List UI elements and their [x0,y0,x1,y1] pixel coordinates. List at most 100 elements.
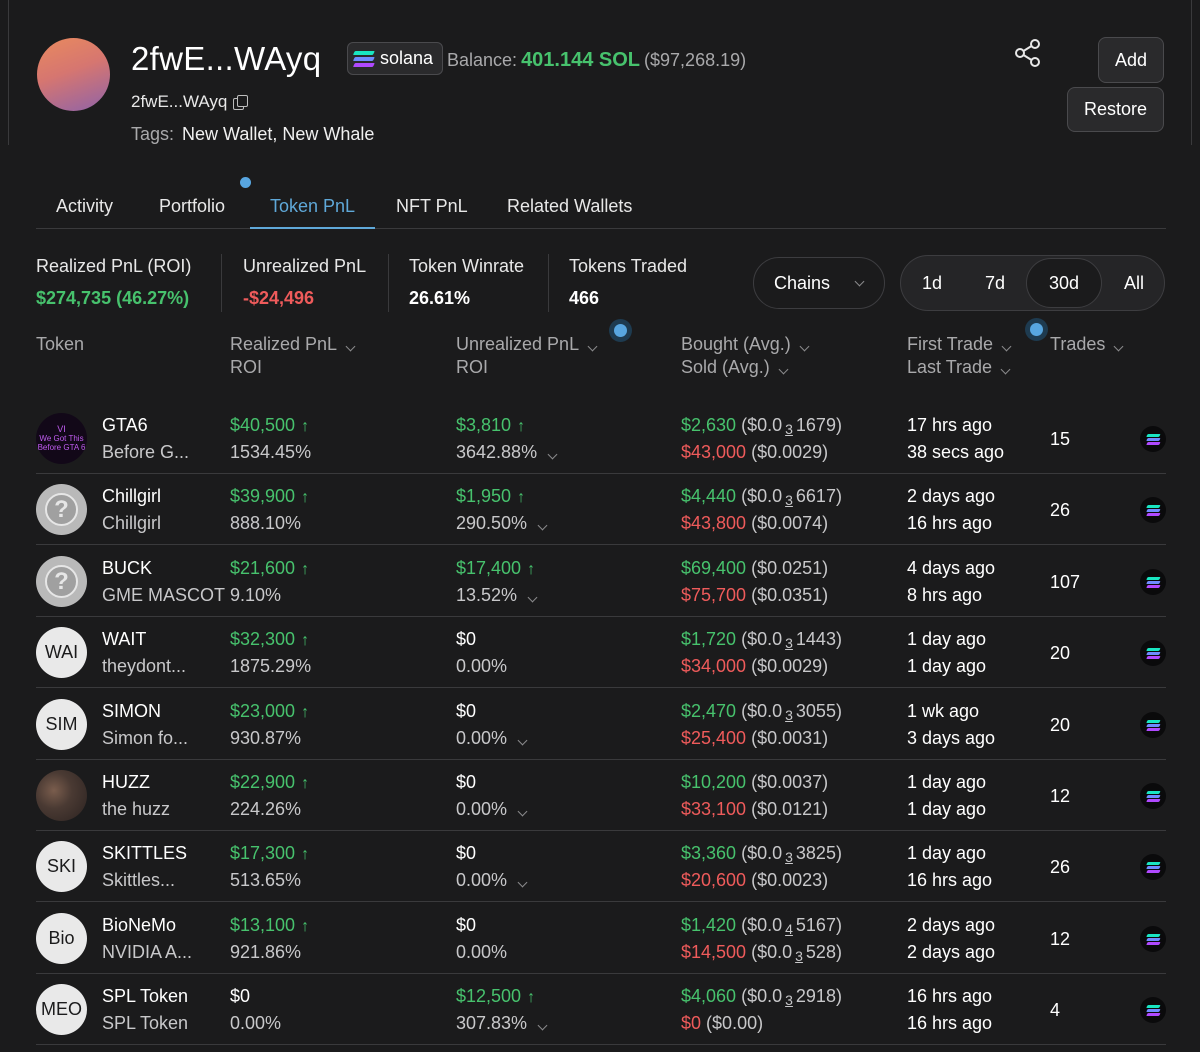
solana-mark [1145,504,1161,516]
sold-avg-prefix: ($0.0029) [751,656,829,676]
bought-value: $3,360 [681,843,737,863]
realized-pnl: $21,600 ↑ [230,558,309,579]
tab-activity[interactable]: Activity [36,186,133,229]
chevron-down-icon[interactable] [517,806,528,817]
token-symbol[interactable]: SIMON [102,701,161,722]
table-row[interactable]: HUZZ the huzz $22,900 ↑ 224.26% $0 0.00% $10,20… [36,759,1166,831]
chevron-down-icon[interactable] [527,592,538,603]
tab-token-pnl[interactable]: Token PnL [250,186,376,229]
table-row[interactable]: Bio BioNeMo NVIDIA A... $13,100 ↑ 921.86% $0 0.… [36,902,1166,974]
sold-avg-price: ($0.0023) [751,870,828,890]
question-icon: ? [45,565,78,598]
table-row[interactable]: MEO SPL Token SPL Token $0 0.00% $12,500 ↑ 307.… [36,973,1166,1045]
token-symbol[interactable]: SPL Token [102,986,188,1007]
col-bought-label: Bought (Avg.) [681,334,791,354]
table-row[interactable]: SIM SIMON Simon fo... $23,000 ↑ 930.87% $0 0.00… [36,688,1166,760]
share-icon[interactable] [1014,38,1042,68]
unrealized-roi: 0.00% [456,799,528,820]
tab-portfolio[interactable]: Portfolio [139,186,245,229]
sold-value: $43,000 [681,442,747,462]
realized-pnl: $23,000 ↑ [230,701,309,722]
arrow-up-icon: ↑ [301,775,310,792]
trade-count: 20 [1050,715,1071,735]
chevron-down-icon[interactable] [537,520,548,531]
restore-button[interactable]: Restore [1067,87,1164,132]
unrealized-roi: 0.00% [456,656,507,677]
sold-avg-price: ($0.0031) [751,728,828,748]
range-1d[interactable]: 1d [911,256,953,310]
unrealized-roi: 290.50% [456,513,548,534]
chevron-down-icon[interactable] [517,735,528,746]
sold-avg-price: ($0.0074) [751,513,828,533]
add-button[interactable]: Add [1098,37,1164,83]
bought-avg-price: ($0.0 3 3055) [741,701,842,723]
last-trade: 8 hrs ago [907,585,983,605]
token-symbol[interactable]: BUCK [102,558,152,579]
range-7d[interactable]: 7d [971,256,1019,310]
chevron-down-icon[interactable] [547,449,558,460]
col-unrealized[interactable]: Unrealized PnL ROI [456,333,598,379]
sold-avg-prefix: ($0.0074) [751,513,829,533]
stat-tokens-traded: Tokens Traded 466 [569,256,687,316]
range-30d[interactable]: 30d [1026,258,1102,308]
token-symbol[interactable]: WAIT [102,629,146,650]
trade-count: 107 [1050,572,1081,592]
first-trade: 2 days ago [907,915,996,935]
unrealized-roi: 3642.88% [456,442,558,463]
solana-mark [1145,790,1161,802]
realized-roi: 9.10% [230,585,282,605]
chevron-down-icon[interactable] [537,1020,548,1031]
table-row[interactable]: ? Chillgirl Chillgirl $39,900 ↑ 888.10% $1,950… [36,473,1166,545]
sold-avg-prefix: ($0.0029) [751,442,829,462]
token-symbol[interactable]: BioNeMo [102,915,176,936]
unrealized-roi: 0.00% [456,870,528,891]
table-row[interactable]: SKI SKITTLES Skittles... $17,300 ↑ 513.65% $0 0… [36,830,1166,902]
sold-value: $20,600 [681,870,747,890]
trade-count: 26 [1050,857,1071,877]
sold: $75,700 ($0.0351) [681,585,828,606]
tab-nft-pnl[interactable]: NFT PnL [376,186,488,229]
bought-value: $2,630 [681,415,737,435]
token-symbol[interactable]: GTA6 [102,415,148,436]
arrow-up-icon: ↑ [301,846,310,863]
col-realized[interactable]: Realized PnL ROI [230,333,356,379]
table-row[interactable]: VI We Got This Before GTA 6 GTA6 Before G..… [36,402,1166,474]
range-all[interactable]: All [1111,256,1157,310]
chains-dropdown[interactable]: Chains [753,257,885,309]
arrow-up-icon: ↑ [301,632,310,649]
realized-roi: 921.86% [230,942,302,962]
chevron-down-icon[interactable] [517,877,528,888]
unrealized-roi-value: 0.00% [456,728,508,748]
first-trade: 17 hrs ago [907,415,993,435]
bought-avg-zero-count: 3 [785,849,793,865]
bought-value: $1,420 [681,915,737,935]
chain-badge[interactable]: solana [347,42,444,75]
table-row[interactable]: WAI WAIT theydont... $32,300 ↑ 1875.29% $0 0.00… [36,616,1166,688]
solana-mark [1145,647,1161,659]
token-symbol[interactable]: Chillgirl [102,486,161,507]
copy-icon[interactable] [233,95,249,110]
token-name: Simon fo... [102,728,189,748]
bought-avg-prefix: ($0.0 [741,986,783,1006]
sold-avg-price: ($0.0351) [751,585,828,605]
sold-avg-price: ($0.0121) [751,799,828,819]
trade-count: 12 [1050,786,1071,806]
unrealized-pnl-value: $0 [456,915,477,935]
table-row[interactable]: ? BUCK GME MASCOT $21,600 ↑ 9.10% $17,400 ↑ 13.5… [36,545,1166,617]
col-trade-dates[interactable]: First Trade Last Trade [907,333,1012,379]
sold: $43,800 ($0.0074) [681,513,828,534]
sold: $14,500 ($0.0 3 528) [681,942,842,964]
col-bought-sold[interactable]: Bought (Avg.) Sold (Avg.) [681,333,810,379]
col-trades[interactable]: Trades [1050,333,1124,356]
token-symbol[interactable]: SKITTLES [102,843,187,864]
last-trade: 16 hrs ago [907,1013,993,1033]
tab-related-wallets[interactable]: Related Wallets [487,186,652,229]
unrealized-pnl-value: $1,950 [456,486,512,506]
bought: $4,060 ($0.0 3 2918) [681,986,842,1008]
bought-avg-suffix: 5167) [795,915,842,935]
token-symbol[interactable]: HUZZ [102,772,150,793]
wallet-title: 2fwE...WAyq [131,40,322,77]
realized-roi: 513.65% [230,870,302,890]
realized-pnl: $0 [230,986,250,1007]
token-name: Skittles... [102,870,176,890]
